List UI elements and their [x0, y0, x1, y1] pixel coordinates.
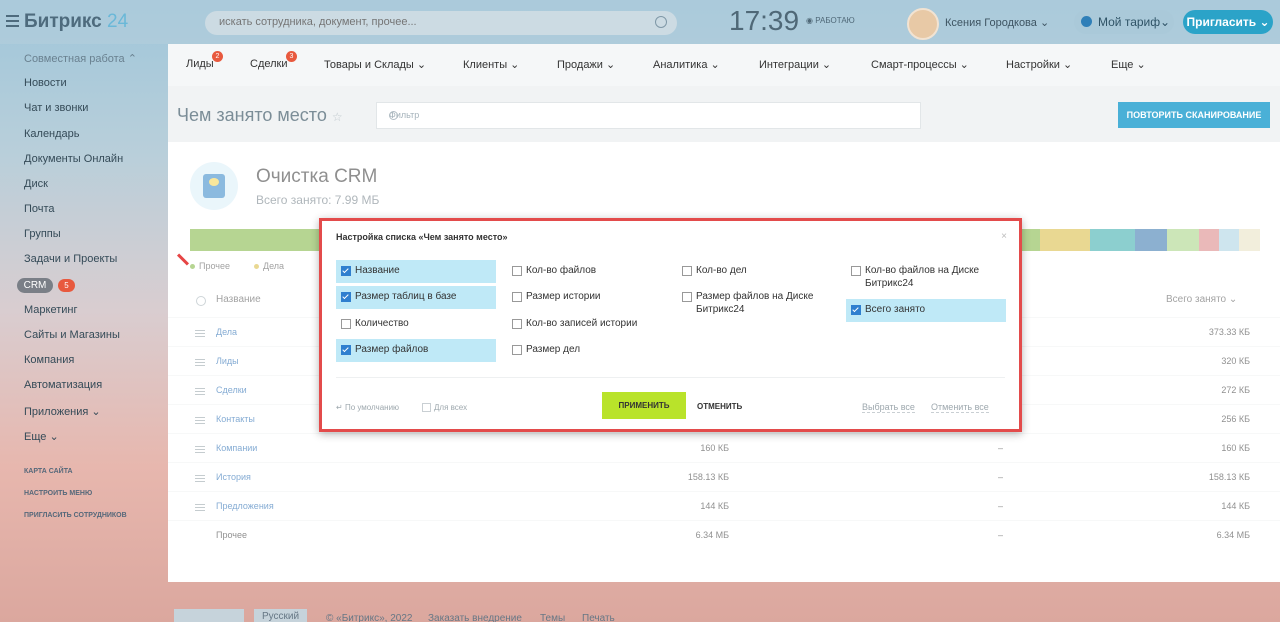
order-link[interactable]: Заказать внедрение: [428, 613, 522, 622]
checkbox[interactable]: [682, 266, 692, 276]
sidebar-item-news[interactable]: Новости: [24, 77, 67, 89]
dialog-title: Настройка списка «Чем занято место»: [336, 232, 508, 242]
copyright: © «Битрикс», 2022: [326, 613, 413, 622]
footer-logo[interactable]: [174, 609, 244, 622]
tariff-button[interactable]: Мой тариф ⌄: [1074, 10, 1174, 34]
option-history-size[interactable]: Размер истории: [507, 286, 667, 309]
deals-badge: 3: [286, 51, 297, 62]
sidebar-item-marketing[interactable]: Маркетинг: [24, 304, 77, 316]
search-input[interactable]: [217, 15, 641, 29]
apply-button[interactable]: ПРИМЕНИТЬ: [602, 392, 686, 419]
sidebar-item-crm[interactable]: CRM: [17, 278, 53, 293]
sidebar-item-chat[interactable]: Чат и звонки: [24, 102, 88, 114]
rescan-button[interactable]: ПОВТОРИТЬ СКАНИРОВАНИЕ: [1118, 102, 1270, 128]
tab-leads[interactable]: Лиды: [186, 58, 214, 70]
crm-nav: Лиды 2 Сделки 3 Товары и Склады ⌄ Клиент…: [168, 44, 1280, 87]
top-bar: Битрикс 24 17:39 ◉ РАБОТАЮ Ксения Городк…: [0, 0, 1280, 44]
option-activity-size[interactable]: Размер дел: [507, 339, 667, 362]
checkbox[interactable]: [851, 305, 861, 315]
sidebar-item-apps[interactable]: Приложения ⌄: [24, 405, 101, 418]
divider: [336, 377, 1005, 378]
reset-default-link[interactable]: ↵ По умолчанию: [336, 403, 399, 412]
close-icon[interactable]: ×: [1001, 231, 1007, 242]
tab-integrations[interactable]: Интеграции ⌄: [759, 58, 831, 71]
tab-sales[interactable]: Продажи ⌄: [557, 58, 615, 71]
tab-analytics[interactable]: Аналитика ⌄: [653, 58, 720, 71]
option-total[interactable]: Всего занято: [846, 299, 1006, 322]
option-history-count[interactable]: Кол-во записей истории: [507, 313, 667, 336]
print-link[interactable]: Печать: [582, 613, 615, 622]
checkbox[interactable]: [512, 345, 522, 355]
column-settings-dialog: Настройка списка «Чем занято место» × На…: [319, 218, 1022, 432]
deselect-all-link[interactable]: Отменить все: [931, 402, 989, 413]
footer: Русский © «Битрикс», 2022 Заказать внедр…: [168, 600, 1280, 622]
checkbox[interactable]: [341, 319, 351, 329]
page-title: Чем занято место ☆: [177, 105, 343, 125]
checkbox[interactable]: [341, 345, 351, 355]
crm-count-badge: 5: [58, 279, 75, 292]
menu-icon[interactable]: [6, 15, 19, 27]
user-name[interactable]: Ксения Городкова ⌄: [945, 16, 1049, 29]
filter-input[interactable]: Фильтр: [376, 102, 921, 129]
sidebar-item-company[interactable]: Компания: [24, 354, 74, 366]
sidebar-item-collab[interactable]: Совместная работа ⌃: [24, 52, 137, 65]
sidebar-item-automation[interactable]: Автоматизация: [24, 379, 102, 391]
checkbox[interactable]: [682, 292, 692, 302]
checkbox[interactable]: [512, 292, 522, 302]
checkbox[interactable]: [851, 266, 861, 276]
work-status[interactable]: ◉ РАБОТАЮ: [806, 16, 855, 25]
checkbox[interactable]: [512, 319, 522, 329]
sidebar-item-groups[interactable]: Группы: [24, 228, 61, 240]
sidebar-item-docs[interactable]: Документы Онлайн: [24, 153, 123, 165]
sidebar-item-tasks[interactable]: Задачи и Проекты: [24, 253, 117, 265]
option-table-size[interactable]: Размер таблиц в базе: [336, 286, 496, 309]
clock[interactable]: 17:39: [729, 5, 799, 37]
language-select[interactable]: Русский: [254, 609, 308, 622]
rocket-icon: [1081, 16, 1092, 27]
avatar[interactable]: [907, 8, 939, 40]
sidebar-item-calendar[interactable]: Календарь: [24, 128, 80, 140]
tab-smart-processes[interactable]: Смарт-процессы ⌄: [871, 58, 969, 71]
checkbox[interactable]: [341, 266, 351, 276]
sidebar-item-disk[interactable]: Диск: [24, 178, 48, 190]
sidebar-item-mail[interactable]: Почта: [24, 203, 55, 215]
title-row: Чем занято место ☆ Фильтр ПОВТОРИТЬ СКАН…: [168, 86, 1280, 142]
for-all-checkbox[interactable]: Для всех: [422, 403, 467, 413]
sidebar-link-invite[interactable]: ПРИГЛАСИТЬ СОТРУДНИКОВ: [24, 512, 127, 519]
search-icon[interactable]: [655, 16, 667, 28]
leads-badge: 2: [212, 51, 223, 62]
tab-products[interactable]: Товары и Склады ⌄: [324, 58, 426, 71]
sidebar-item-more[interactable]: Еще ⌄: [24, 430, 59, 443]
search-icon[interactable]: [389, 111, 398, 120]
option-file-size[interactable]: Размер файлов: [336, 339, 496, 362]
sidebar: Совместная работа ⌃ Новости Чат и звонки…: [0, 44, 168, 622]
checkbox[interactable]: [341, 292, 351, 302]
search-box[interactable]: [205, 11, 677, 35]
option-name[interactable]: Название: [336, 260, 496, 283]
select-all-link[interactable]: Выбрать все: [862, 402, 915, 413]
sidebar-item-sites[interactable]: Сайты и Магазины: [24, 329, 120, 341]
tab-more[interactable]: Еще ⌄: [1111, 58, 1146, 71]
option-count[interactable]: Количество: [336, 313, 496, 336]
option-activity-count[interactable]: Кол-во дел: [677, 260, 837, 283]
option-disk-file-count[interactable]: Кол-во файлов на Диске Битрикс24: [846, 260, 1006, 296]
sidebar-link-sitemap[interactable]: КАРТА САЙТА: [24, 468, 73, 475]
tab-clients[interactable]: Клиенты ⌄: [463, 58, 519, 71]
checkbox[interactable]: [512, 266, 522, 276]
option-disk-file-size[interactable]: Размер файлов на Диске Битрикс24: [677, 286, 837, 322]
tab-deals[interactable]: Сделки: [250, 58, 288, 70]
logo[interactable]: Битрикс 24: [24, 11, 128, 33]
invite-button[interactable]: Пригласить ⌄: [1183, 10, 1273, 34]
themes-link[interactable]: Темы: [540, 613, 565, 622]
tab-settings[interactable]: Настройки ⌄: [1006, 58, 1072, 71]
option-file-count[interactable]: Кол-во файлов: [507, 260, 667, 283]
sidebar-link-configure-menu[interactable]: НАСТРОИТЬ МЕНЮ: [24, 490, 92, 497]
cancel-button[interactable]: ОТМЕНИТЬ: [697, 402, 742, 411]
